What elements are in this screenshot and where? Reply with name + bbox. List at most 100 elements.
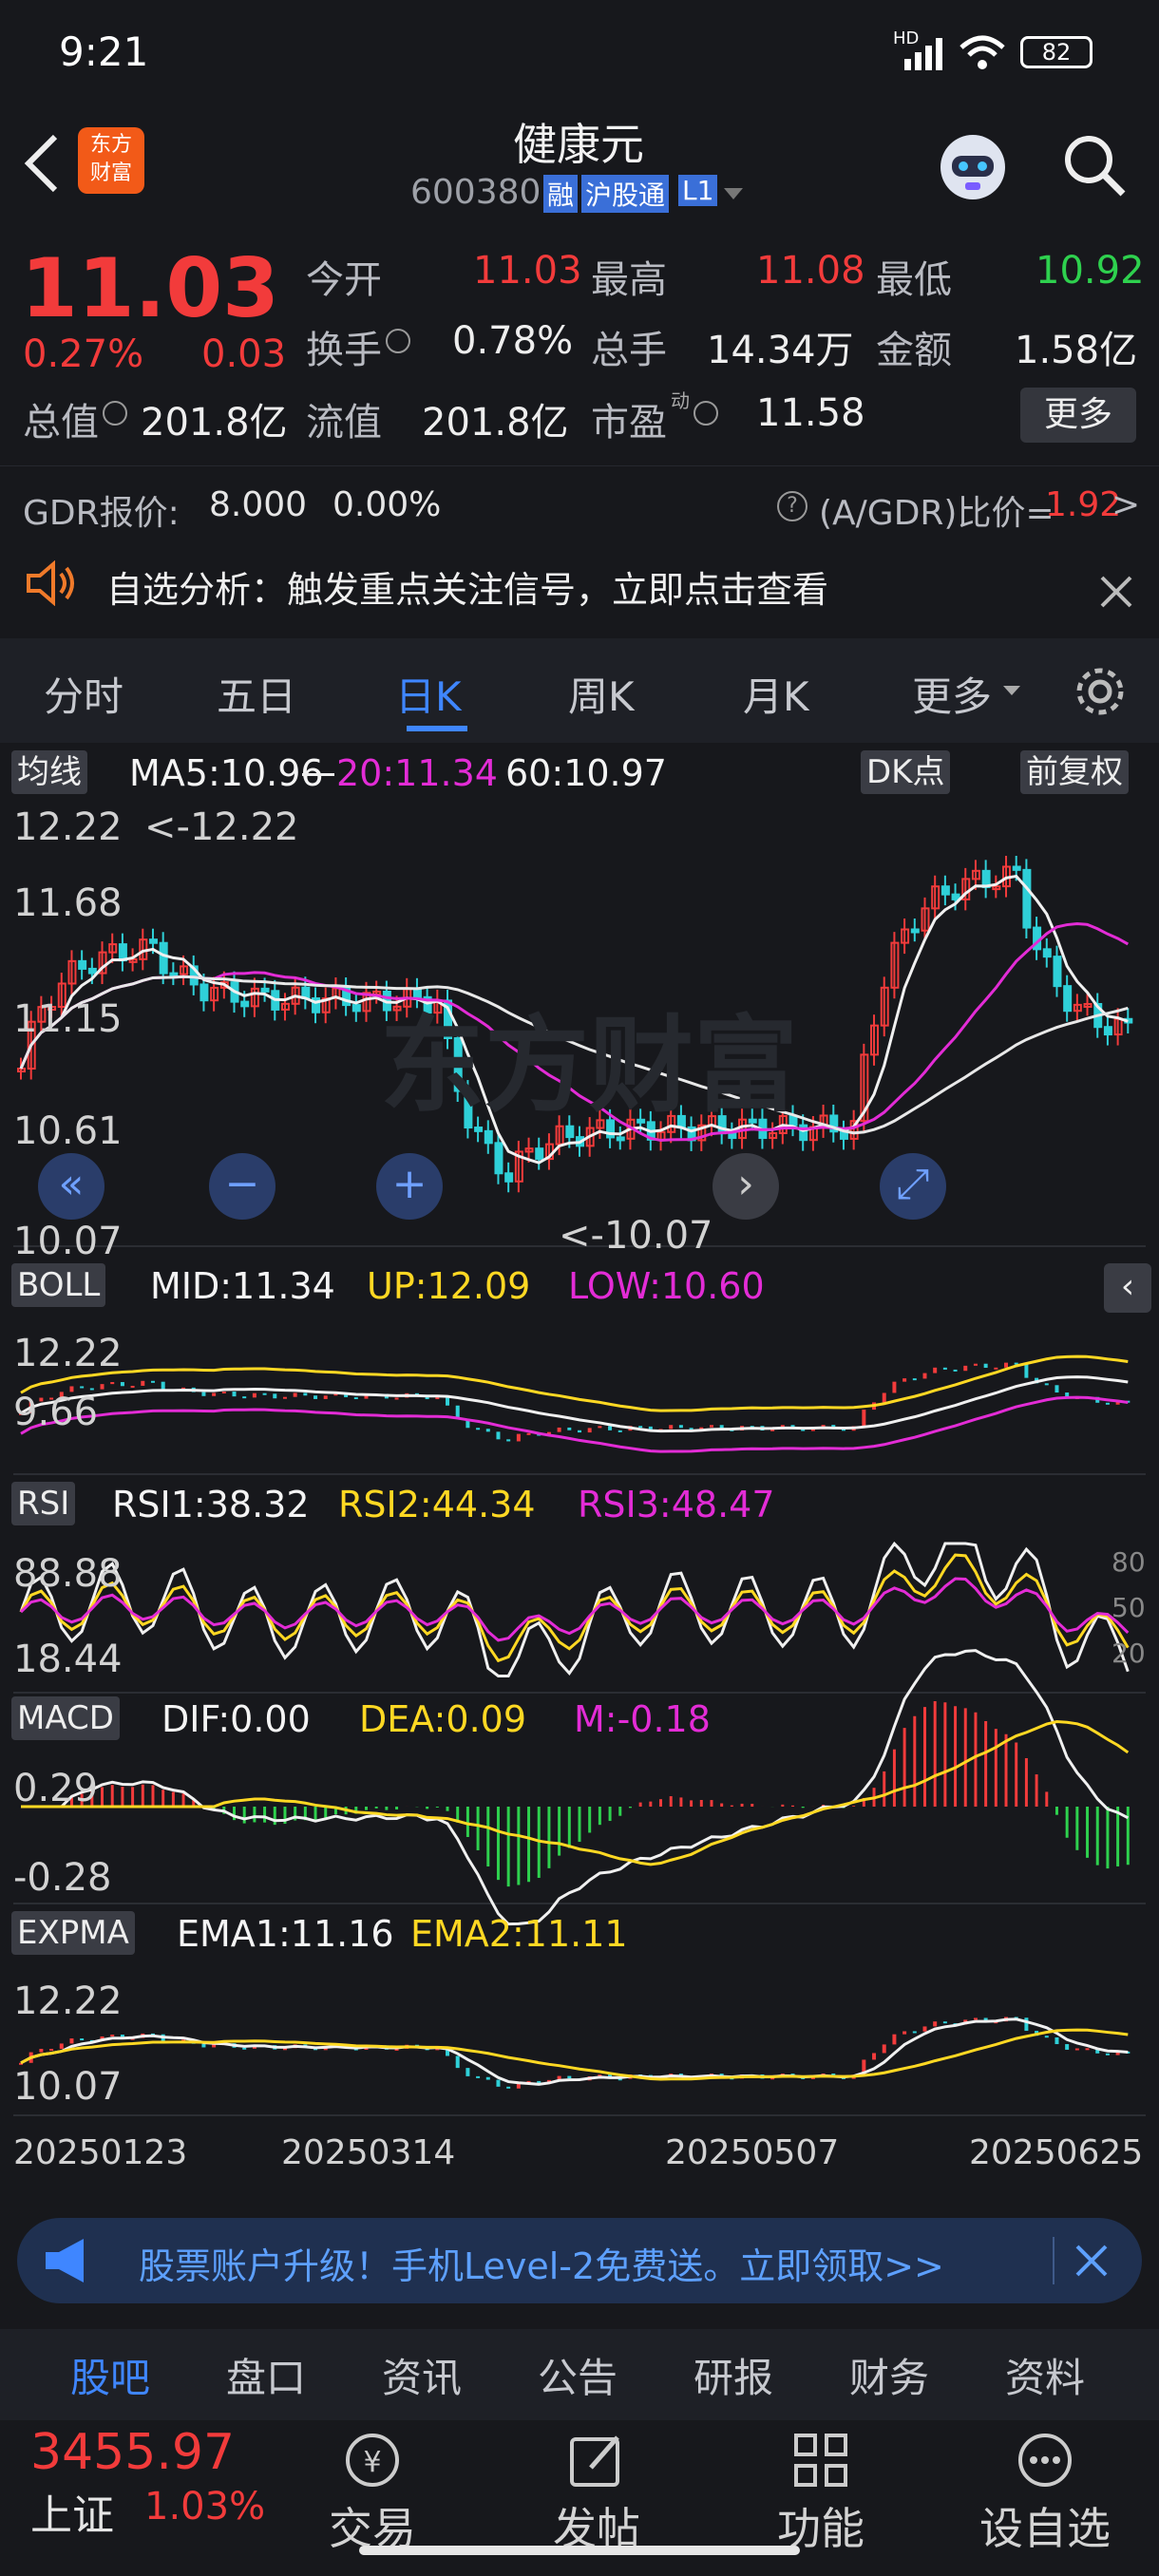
zoom-in-button[interactable]: + — [376, 1153, 443, 1220]
post-button[interactable]: 发帖 — [502, 2420, 692, 2557]
ma-selector[interactable]: 均线 — [11, 750, 87, 794]
rsi-right-tick: 50 — [1112, 1592, 1146, 1623]
boll-candle — [608, 1426, 613, 1430]
rsi-selector[interactable]: RSI — [11, 1482, 76, 1525]
index-pct: 1.03% — [144, 2485, 266, 2529]
candle-body — [728, 1132, 737, 1140]
question-icon[interactable]: ? — [777, 491, 808, 521]
function-button[interactable]: 功能 — [726, 2420, 916, 2557]
current-price: 11.03 — [21, 241, 280, 336]
gear-icon[interactable] — [1074, 665, 1127, 718]
expma-candle — [496, 2079, 501, 2087]
gdr-row[interactable]: GDR报价: 8.000 0.00% ? (A/GDR)比价= 1.92 > — [0, 465, 1159, 541]
bottom-toolbar: 3455.97 上证 1.03% ¥ 交易 发帖 功能 设自选 — [0, 2420, 1159, 2576]
zoom-out-button[interactable]: − — [209, 1153, 276, 1220]
info-icon[interactable] — [386, 329, 410, 353]
boll-low: LOW:10.60 — [568, 1265, 765, 1307]
gdr-pct: 0.00% — [332, 485, 442, 524]
tab-monthly-k[interactable]: 月K — [743, 665, 809, 723]
close-icon[interactable] — [1100, 576, 1132, 608]
promo-banner[interactable]: 股票账户升级！手机Level-2免费送。立即领取>> — [17, 2218, 1142, 2303]
expma-ema1: EMA1:11.16 — [177, 1913, 394, 1955]
expma-candle — [882, 2044, 886, 2054]
macd-selector[interactable]: MACD — [11, 1696, 120, 1740]
boll-mid: MID:11.34 — [150, 1265, 335, 1307]
period-tabs: 分时 五日 日K 周K 月K 更多 — [0, 638, 1159, 743]
candle-body — [159, 941, 168, 975]
boll-candle — [578, 1430, 581, 1433]
scroll-left-button[interactable]: « — [38, 1153, 104, 1220]
boll-candle — [882, 1392, 886, 1403]
collapse-panel-button[interactable]: ‹ — [1104, 1263, 1151, 1313]
boll-candle — [994, 1367, 998, 1370]
rsi1-label: RSI1:38.32 — [112, 1484, 310, 1525]
ma5-label: MA5:10.96 — [129, 752, 324, 794]
home-indicator — [359, 2546, 800, 2555]
tab-news[interactable]: 资讯 — [382, 2346, 462, 2404]
kline-chart[interactable]: 均线 MA5:10.96 20:11.34 60:10.97 DK点 前复权 1… — [0, 743, 1159, 2196]
tab-pankou[interactable]: 盘口 — [226, 2346, 306, 2404]
ma-ytick: 11.15 — [13, 997, 123, 1041]
tab-more[interactable]: 更多 — [912, 665, 992, 723]
tab-research[interactable]: 研报 — [694, 2346, 773, 2404]
robot-assistant-icon[interactable] — [933, 127, 1013, 207]
expma-selector[interactable]: EXPMA — [11, 1911, 135, 1955]
dropdown-icon[interactable] — [724, 188, 743, 201]
boll-candle — [902, 1378, 907, 1382]
tab-five-day[interactable]: 五日 — [217, 665, 296, 723]
candle-body — [616, 1136, 625, 1142]
dk-point-button[interactable]: DK点 — [861, 750, 951, 794]
candle-body — [240, 1000, 250, 1008]
amount-label: 金额 — [876, 329, 952, 372]
close-icon[interactable] — [1075, 2245, 1108, 2277]
boll-candle — [476, 1428, 481, 1430]
boll-candle — [110, 1382, 115, 1385]
expma-candle — [892, 2034, 897, 2045]
gdr-ratio: 1.92 — [1045, 485, 1122, 524]
expma-candle — [942, 2021, 947, 2024]
boll-selector[interactable]: BOLL — [11, 1263, 106, 1307]
edit-icon — [570, 2435, 619, 2487]
index-value[interactable]: 3455.97 — [30, 2424, 235, 2481]
scroll-right-button[interactable]: › — [712, 1153, 779, 1220]
expma-candle — [466, 2068, 470, 2076]
tab-daily-k[interactable]: 日K — [395, 665, 462, 723]
expma-candle — [59, 2043, 64, 2050]
index-name: 上证 — [30, 2491, 114, 2540]
tab-weekly-k[interactable]: 周K — [568, 665, 635, 723]
expma-candle — [242, 2047, 247, 2050]
boll-candle — [273, 1393, 277, 1399]
search-icon[interactable] — [1062, 133, 1129, 199]
expma-candle — [567, 2075, 572, 2079]
more-button[interactable]: 更多 — [1020, 388, 1136, 443]
macd-dea: DEA:0.09 — [359, 1698, 527, 1740]
candle-body — [78, 959, 87, 970]
restoration-button[interactable]: 前复权 — [1020, 750, 1129, 794]
tab-guba[interactable]: 股吧 — [70, 2346, 150, 2404]
stock-code: 600380 — [410, 173, 542, 212]
alert-notice[interactable]: 自选分析：触发重点关注信号，立即点击查看 — [0, 541, 1159, 636]
candle-body — [910, 928, 920, 934]
tab-finance[interactable]: 财务 — [849, 2346, 929, 2404]
quote-panel: 11.03 0.27% 0.03 今开 11.03 最高 11.08 最低 10… — [0, 228, 1159, 464]
volume-value: 14.34万 — [707, 329, 854, 372]
boll-candle — [314, 1395, 318, 1399]
back-icon[interactable] — [21, 133, 63, 194]
add-watchlist-button[interactable]: 设自选 — [950, 2420, 1140, 2557]
expma-ytick: 10.07 — [13, 2065, 123, 2109]
chart-canvas — [13, 855, 1146, 2116]
tab-announcements[interactable]: 公告 — [538, 2346, 618, 2404]
mcap-value: 201.8亿 — [141, 401, 288, 445]
expma-candle — [201, 2043, 206, 2048]
info-icon[interactable] — [103, 401, 127, 426]
trade-button[interactable]: ¥ 交易 — [277, 2420, 467, 2557]
tab-profile[interactable]: 资料 — [1005, 2346, 1085, 2404]
candle-body — [951, 893, 960, 900]
info-icon[interactable] — [694, 401, 718, 426]
tab-intraday[interactable]: 分时 — [44, 665, 124, 723]
app-logo[interactable]: 东方 财富 — [78, 127, 144, 194]
fullscreen-button[interactable]: ⤢ — [880, 1153, 946, 1220]
boll-candle — [669, 1425, 674, 1430]
expma-candle — [973, 2017, 978, 2020]
boll-candle — [496, 1431, 501, 1440]
